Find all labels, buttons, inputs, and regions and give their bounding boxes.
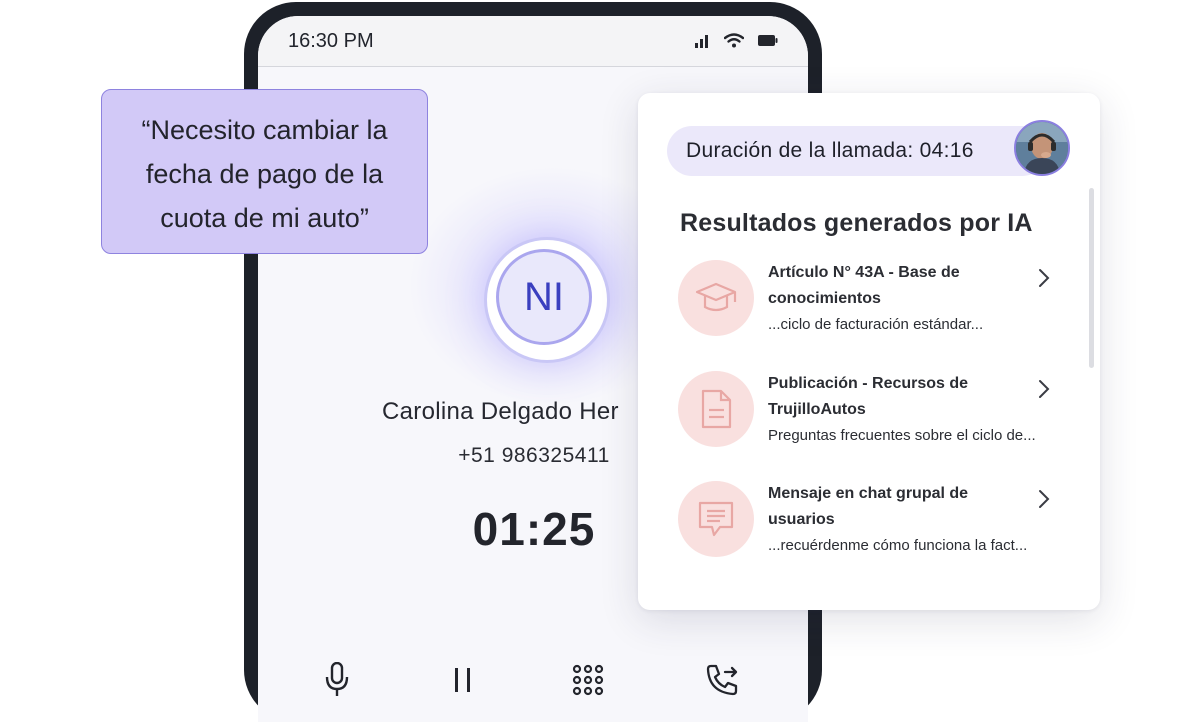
caller-name: Carolina Delgado Her	[382, 398, 619, 425]
result-title: Publicación - Recursos de TrujilloAutos	[768, 375, 969, 418]
wifi-icon	[724, 33, 744, 48]
ai-result-item[interactable]: Mensaje en chat grupal de usuarios ...re…	[678, 481, 1068, 571]
panel-scrollbar[interactable]	[1089, 188, 1094, 368]
agent-photo-icon	[1016, 122, 1068, 174]
transfer-call-button[interactable]	[702, 660, 742, 700]
result-icon-bg	[678, 371, 754, 447]
call-transfer-icon	[706, 664, 738, 696]
dialpad-icon	[572, 664, 604, 696]
chevron-right-icon[interactable]	[1038, 379, 1050, 399]
caller-avatar: NI	[487, 240, 607, 360]
ai-results-panel: Duración de la llamada: 04:16 Resultados…	[638, 93, 1100, 610]
pause-button[interactable]	[443, 660, 483, 700]
chevron-right-icon[interactable]	[1038, 489, 1050, 509]
cellular-signal-icon	[695, 34, 708, 48]
call-duration-pill: Duración de la llamada: 04:16	[667, 126, 1047, 176]
document-icon	[701, 389, 732, 429]
dialpad-button[interactable]	[568, 660, 608, 700]
caller-initials: NI	[496, 249, 592, 345]
call-controls	[258, 660, 808, 700]
result-icon-bg	[678, 260, 754, 336]
ai-result-item[interactable]: Publicación - Recursos de TrujilloAutos …	[678, 371, 1068, 461]
chat-message-icon	[698, 501, 734, 537]
ai-result-item[interactable]: Artículo N° 43A - Base de conocimientos …	[678, 260, 1068, 350]
status-bar: 16:30 PM	[258, 16, 808, 67]
result-icon-bg	[678, 481, 754, 557]
pause-icon	[455, 668, 470, 692]
status-icons	[694, 33, 778, 48]
ai-results-title: Resultados generados por IA	[680, 209, 1033, 237]
microphone-icon	[325, 662, 349, 696]
battery-icon	[758, 35, 778, 46]
result-snippet: ...ciclo de facturación estándar...	[768, 316, 984, 333]
chevron-right-icon[interactable]	[1038, 268, 1050, 288]
result-snippet: ...recuérdenme cómo funciona la fact...	[768, 537, 1028, 554]
result-title: Artículo N° 43A - Base de conocimientos	[768, 264, 960, 307]
call-duration-label: Duración de la llamada: 04:16	[686, 139, 974, 162]
result-snippet: Preguntas frecuentes sobre el ciclo de..…	[768, 427, 1036, 444]
graduation-cap-icon	[695, 282, 737, 312]
mute-button[interactable]	[317, 660, 357, 700]
customer-quote-bubble: “Necesito cambiar la fecha de pago de la…	[101, 89, 428, 254]
status-time: 16:30 PM	[288, 30, 374, 52]
agent-avatar	[1014, 120, 1070, 176]
result-title: Mensaje en chat grupal de usuarios	[768, 485, 969, 528]
